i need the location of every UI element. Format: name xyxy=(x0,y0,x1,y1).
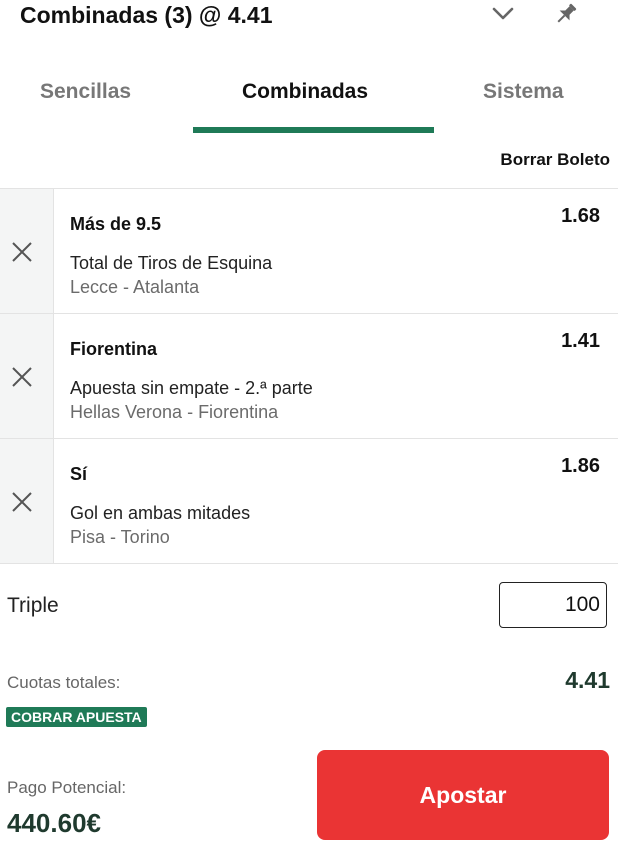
selection-event: Lecce - Atalanta xyxy=(70,277,200,297)
total-odds-label: Cuotas totales: xyxy=(7,673,121,692)
tab-sistema[interactable]: Sistema xyxy=(483,80,564,104)
chevron-down-icon[interactable] xyxy=(490,2,516,26)
betslip-title: Combinadas (3) @ 4.41 xyxy=(20,2,273,28)
clear-betslip-button[interactable]: Borrar Boleto xyxy=(500,150,610,170)
close-icon xyxy=(12,242,32,262)
selection-item: Más de 9.5 1.68 Total de Tiros de Esquin… xyxy=(0,188,618,313)
remove-selection-button[interactable] xyxy=(0,314,54,438)
selection-event: Hellas Verona - Fiorentina xyxy=(70,402,279,422)
selection-item: Fiorentina 1.41 Apuesta sin empate - 2.ª… xyxy=(0,313,618,438)
selection-odds: 1.41 xyxy=(561,330,600,352)
selection-name: Más de 9.5 xyxy=(70,214,162,234)
tab-combinadas[interactable]: Combinadas xyxy=(242,80,368,104)
selection-market: Total de Tiros de Esquina xyxy=(70,253,273,273)
selection-event: Pisa - Torino xyxy=(70,527,170,547)
cashout-badge: COBRAR APUESTA xyxy=(6,707,147,727)
bet-type-tabs: Sencillas Combinadas Sistema xyxy=(0,70,618,134)
stake-input[interactable] xyxy=(499,582,607,628)
remove-selection-button[interactable] xyxy=(0,189,54,313)
selection-item: Sí 1.86 Gol en ambas mitades Pisa - Tori… xyxy=(0,438,618,564)
close-icon xyxy=(12,492,32,512)
betslip-header: Combinadas (3) @ 4.41 xyxy=(0,0,618,34)
selection-odds: 1.86 xyxy=(561,455,600,477)
selection-market: Apuesta sin empate - 2.ª parte xyxy=(70,378,313,398)
selection-name: Fiorentina xyxy=(70,339,158,359)
selection-market: Gol en ambas mitades xyxy=(70,503,251,523)
potential-payout-label: Pago Potencial: xyxy=(7,778,127,797)
stake-label: Triple xyxy=(7,594,59,617)
active-tab-indicator xyxy=(193,127,434,133)
total-odds-value: 4.41 xyxy=(565,667,610,693)
place-bet-button[interactable]: Apostar xyxy=(317,750,609,840)
close-icon xyxy=(12,367,32,387)
selection-odds: 1.68 xyxy=(561,205,600,227)
potential-payout-value: 440.60€ xyxy=(7,808,101,838)
pin-icon[interactable] xyxy=(552,0,580,28)
tab-sencillas[interactable]: Sencillas xyxy=(40,80,131,104)
selection-name: Sí xyxy=(70,464,88,484)
selection-list: Más de 9.5 1.68 Total de Tiros de Esquin… xyxy=(0,188,618,564)
remove-selection-button[interactable] xyxy=(0,439,54,563)
